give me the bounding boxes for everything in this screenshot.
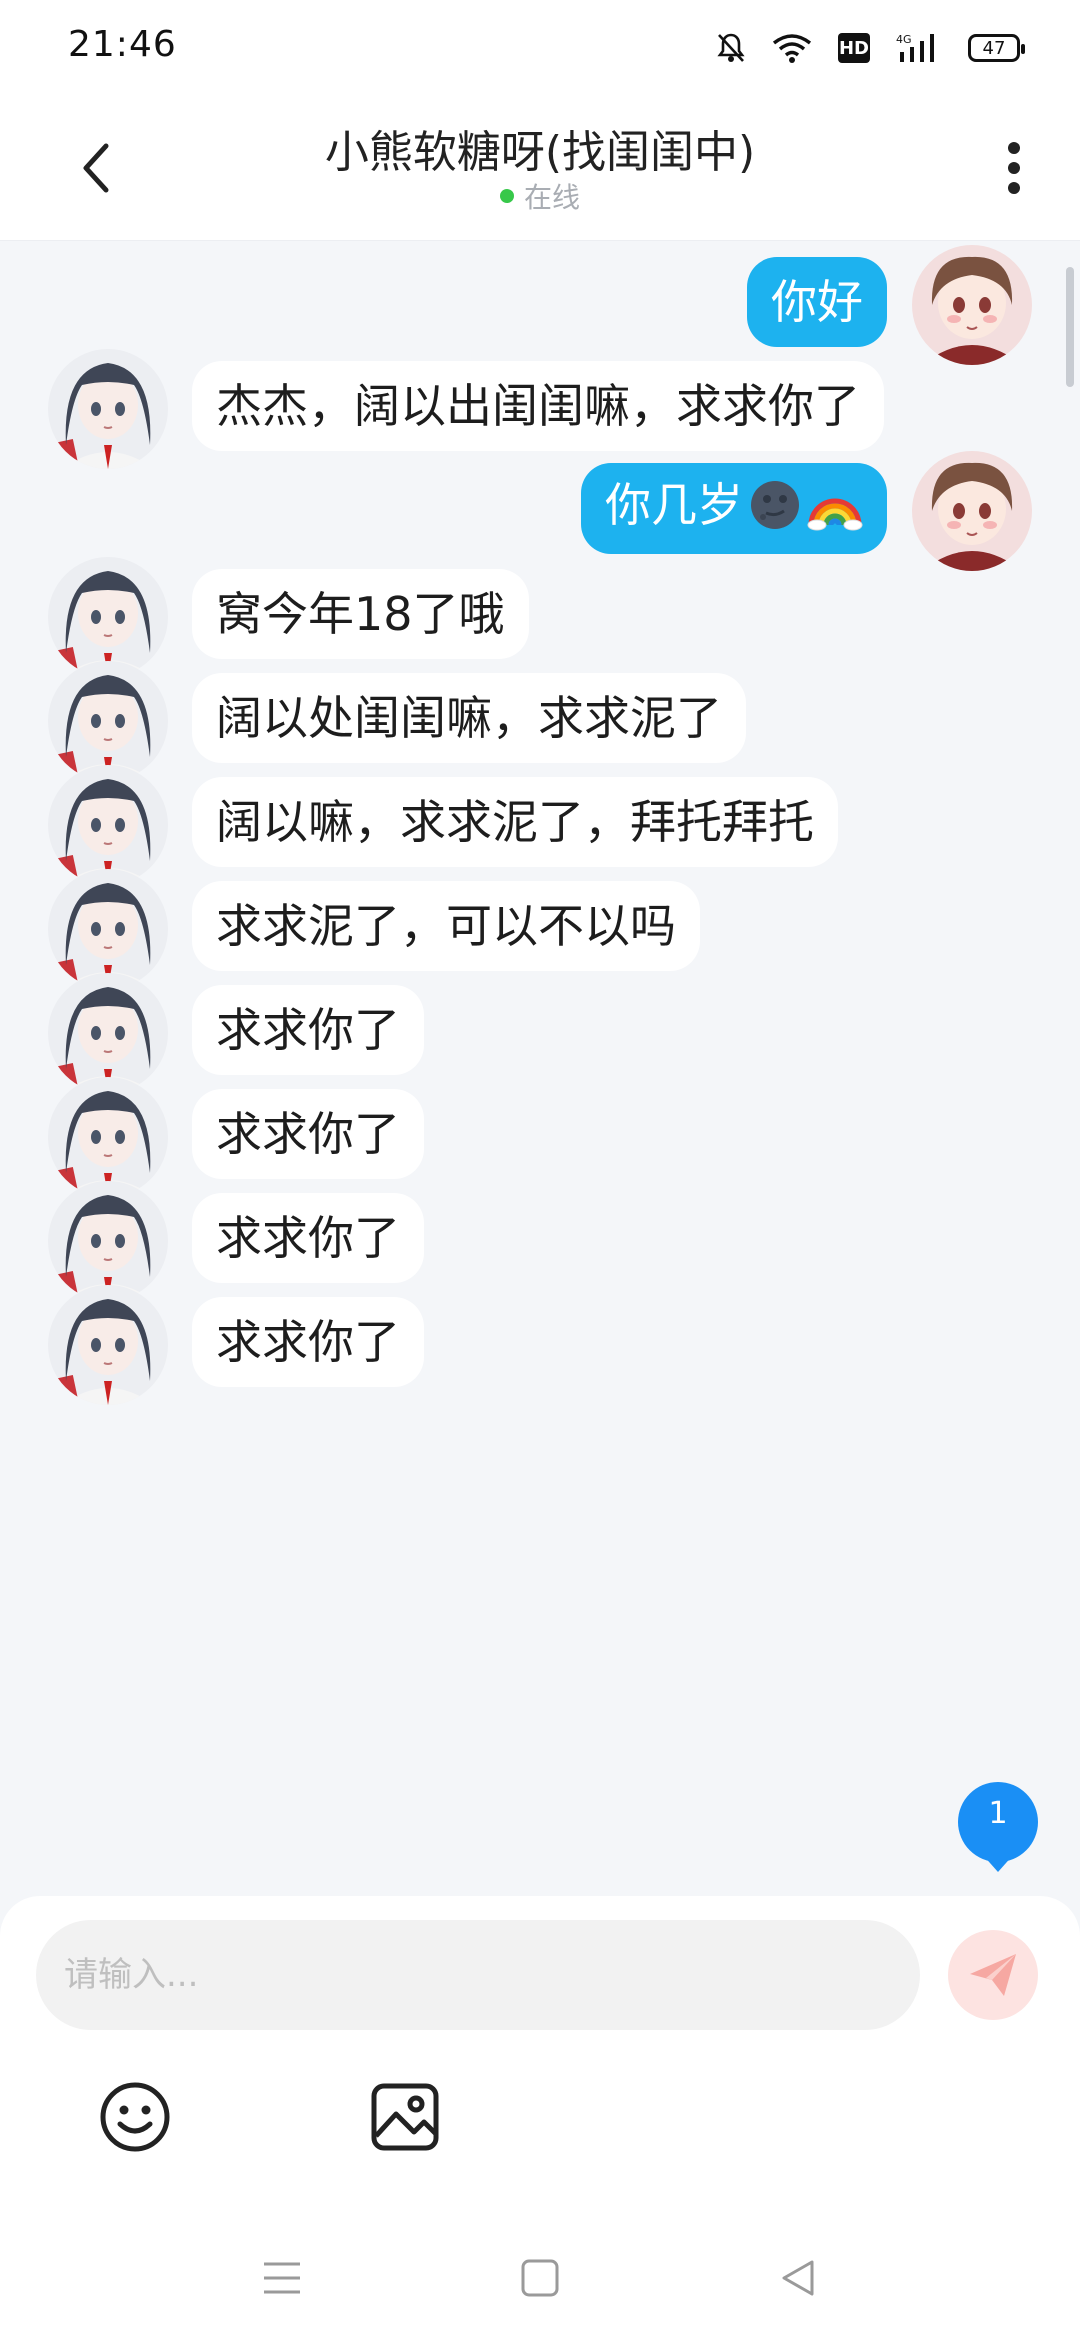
more-options-button[interactable] <box>984 132 1044 204</box>
message-text: 求求你了 <box>216 1107 400 1161</box>
hd-icon: HD <box>838 33 870 63</box>
network-label: 4G <box>896 33 912 46</box>
emoji-button[interactable] <box>98 2080 172 2154</box>
scrollbar[interactable] <box>1066 267 1074 387</box>
battery-icon: 47 <box>968 34 1025 62</box>
my-avatar[interactable] <box>912 451 1032 571</box>
incoming-message[interactable]: 杰杰，阔以出闺闺嘛，求求你了 <box>192 361 884 451</box>
contact-avatar[interactable] <box>48 557 168 677</box>
contact-name: 小熊软糖呀(找闺闺中) <box>324 127 756 178</box>
contact-avatar[interactable] <box>48 765 168 885</box>
contact-avatar[interactable] <box>48 973 168 1093</box>
outgoing-message[interactable]: 你几岁 <box>581 463 887 554</box>
message-text: 求求泥了，可以不以吗 <box>216 899 676 953</box>
image-button[interactable] <box>368 2080 442 2154</box>
home-icon <box>521 2259 559 2297</box>
message-list[interactable]: 你好杰杰，阔以出闺闺嘛，求求你了你几岁窝今年18了哦阔以处闺闺嘛，求求泥了阔以嘛… <box>0 241 1080 1896</box>
rainbow-emoji <box>807 479 863 538</box>
incoming-message[interactable]: 求求你了 <box>192 1297 424 1387</box>
more-vertical-icon <box>1008 142 1020 194</box>
incoming-message[interactable]: 窝今年18了哦 <box>192 569 529 659</box>
online-dot-icon <box>499 189 514 203</box>
new-moon-face-emoji <box>749 479 801 538</box>
unread-count: 1 <box>988 1796 1008 1831</box>
menu-icon <box>264 2262 300 2294</box>
message-text: 阔以处闺闺嘛，求求泥了 <box>216 691 722 745</box>
online-status-text: 在线 <box>523 181 580 214</box>
home-nav-button[interactable] <box>516 2254 564 2302</box>
message-text: 杰杰，阔以出闺闺嘛，求求你了 <box>216 379 860 433</box>
incoming-message[interactable]: 求求你了 <box>192 1193 424 1283</box>
message-text: 求求你了 <box>216 1211 400 1265</box>
battery-level: 47 <box>982 37 1006 59</box>
my-avatar[interactable] <box>912 245 1032 365</box>
message-text: 你几岁 <box>605 478 743 532</box>
incoming-message[interactable]: 求求泥了，可以不以吗 <box>192 881 700 971</box>
incoming-message[interactable]: 求求你了 <box>192 1089 424 1179</box>
incoming-message[interactable]: 阔以处闺闺嘛，求求泥了 <box>192 673 746 763</box>
contact-avatar[interactable] <box>48 661 168 781</box>
contact-avatar[interactable] <box>48 349 168 469</box>
contact-avatar[interactable] <box>48 1285 168 1405</box>
message-text: 求求你了 <box>216 1003 400 1057</box>
incoming-message[interactable]: 求求你了 <box>192 985 424 1075</box>
contact-avatar[interactable] <box>48 1181 168 1301</box>
send-button[interactable] <box>948 1930 1038 2020</box>
mute-bell-icon <box>716 32 746 64</box>
wifi-icon <box>772 33 812 63</box>
menu-nav-button[interactable] <box>258 2254 306 2302</box>
paper-plane-icon <box>970 1954 1016 1996</box>
message-text: 你好 <box>771 275 863 329</box>
back-triangle-icon <box>782 2260 814 2296</box>
contact-avatar[interactable] <box>48 1077 168 1197</box>
unread-badge[interactable]: 1 <box>956 1780 1040 1872</box>
status-bar: 21:46 HD 4G 47 <box>0 0 1080 96</box>
smiley-icon <box>100 2082 170 2152</box>
message-text: 阔以嘛，求求泥了，拜托拜托 <box>216 795 814 849</box>
message-input[interactable] <box>36 1920 920 2030</box>
back-nav-button[interactable] <box>774 2254 822 2302</box>
contact-avatar[interactable] <box>48 869 168 989</box>
outgoing-message[interactable]: 你好 <box>747 257 887 347</box>
chat-header: 小熊软糖呀(找闺闺中) 在线 <box>0 96 1080 241</box>
message-text: 窝今年18了哦 <box>216 587 505 641</box>
incoming-message[interactable]: 阔以嘛，求求泥了，拜托拜托 <box>192 777 838 867</box>
status-icons: HD 4G 47 <box>716 26 1025 70</box>
online-status: 在线 <box>0 176 1080 216</box>
system-nav-bar <box>0 2230 1080 2320</box>
message-text: 求求你了 <box>216 1315 400 1369</box>
image-icon <box>371 2083 439 2151</box>
4g-signal-icon: 4G <box>896 32 942 64</box>
status-time: 21:46 <box>68 24 177 65</box>
